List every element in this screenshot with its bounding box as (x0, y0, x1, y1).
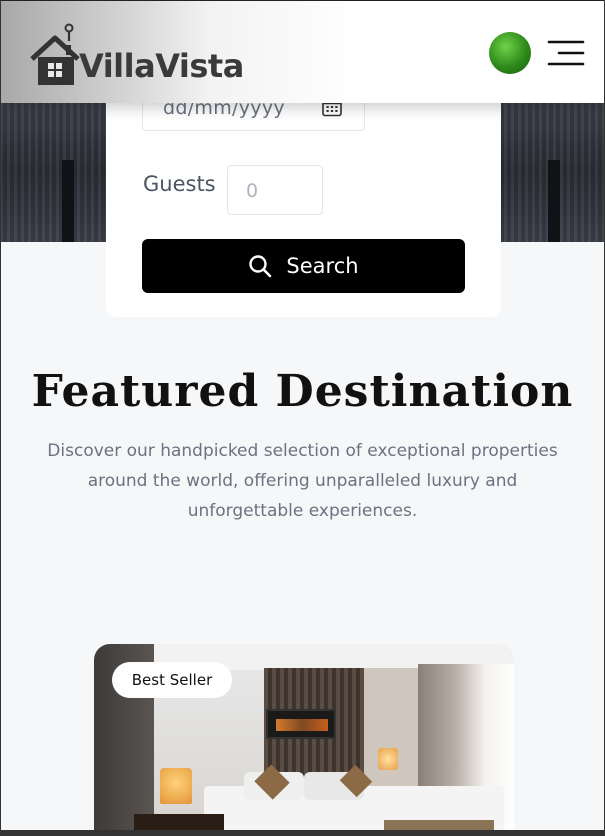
featured-description: Discover our handpicked selection of exc… (47, 441, 558, 521)
search-button[interactable]: Search (142, 239, 465, 293)
featured-title: Featured Destination (31, 366, 574, 417)
hamburger-menu-icon[interactable] (547, 39, 585, 67)
search-button-label: Search (286, 254, 359, 278)
logo[interactable]: VillaVista (29, 19, 246, 89)
best-seller-badge: Best Seller (112, 662, 232, 698)
hero-post (548, 160, 560, 242)
logo-text: VillaVista (79, 47, 244, 85)
guests-placeholder: 0 (246, 180, 259, 202)
site-header: VillaVista (0, 0, 605, 103)
house-logo-icon (30, 23, 80, 85)
hero-post (62, 160, 74, 242)
guests-input[interactable]: 0 (227, 165, 323, 215)
search-icon (249, 255, 272, 278)
guests-label: Guests (143, 172, 216, 196)
user-avatar[interactable] (489, 32, 531, 74)
